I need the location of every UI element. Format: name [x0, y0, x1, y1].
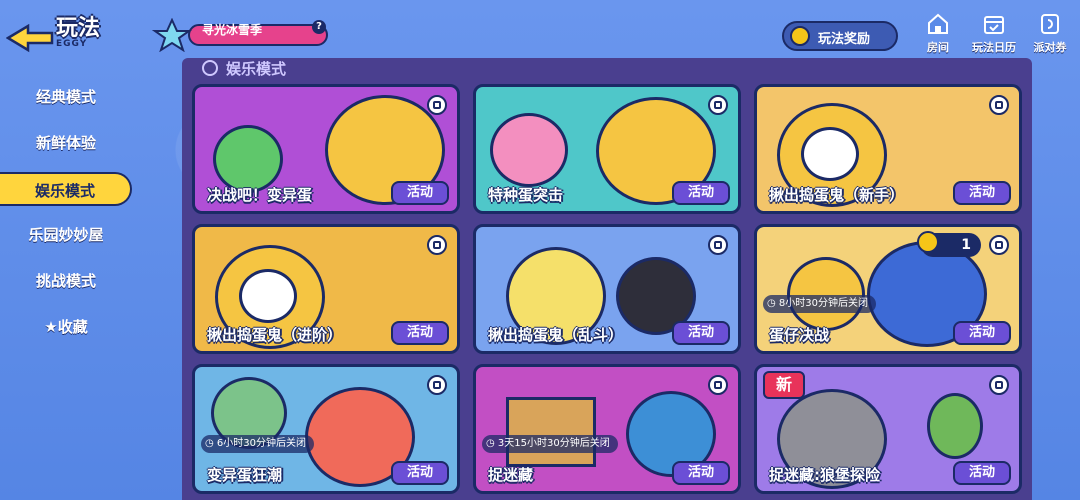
activity-button[interactable]: 活动 — [672, 461, 730, 485]
info-icon[interactable] — [708, 95, 728, 115]
home-icon — [928, 13, 948, 34]
info-icon[interactable] — [989, 95, 1009, 115]
mode-card[interactable]: 揪出捣蛋鬼（乱斗） 活动 — [473, 224, 741, 354]
mode-card[interactable]: 揪出捣蛋鬼（新手） 活动 — [754, 84, 1022, 214]
room-label: 房间 — [927, 41, 949, 54]
sidebar-item-fresh[interactable]: 新鲜体验 — [0, 126, 132, 160]
card-title: 蛋仔决战 — [769, 326, 830, 344]
season-banner[interactable]: 寻光冰雪季 ? — [152, 18, 332, 52]
info-icon[interactable] — [708, 235, 728, 255]
back-button[interactable]: 玩法 EGGY — [6, 6, 138, 56]
timer-badge: ◷ 8小时30分钟后关闭 — [763, 295, 876, 313]
timer-text: 3天15小时30分钟后关闭 — [497, 438, 610, 449]
card-title: 捉迷藏:狼堡探险 — [769, 466, 880, 484]
card-title: 捉迷藏 — [488, 466, 534, 484]
timer-badge: ◷ 3天15小时30分钟后关闭 — [482, 435, 618, 453]
card-title: 变异蛋狂潮 — [207, 466, 283, 484]
box-shape — [506, 397, 596, 467]
mode-card[interactable]: 1 ◷ 8小时30分钟后关闭 蛋仔决战 活动 — [754, 224, 1022, 354]
sidebar-item-entertainment[interactable]: 娱乐模式 — [0, 172, 132, 206]
activity-button[interactable]: 活动 — [391, 461, 449, 485]
mode-card[interactable]: 揪出捣蛋鬼（进阶） 活动 — [192, 224, 460, 354]
info-icon[interactable] — [427, 375, 447, 395]
timer-text: 6小时30分钟后关闭 — [216, 438, 306, 449]
activity-button[interactable]: 活动 — [672, 321, 730, 345]
timer-badge: ◷ 6小时30分钟后关闭 — [201, 435, 314, 453]
card-title: 揪出捣蛋鬼（进阶） — [207, 326, 343, 344]
sidebar-item-park[interactable]: 乐园妙妙屋 — [0, 218, 132, 252]
season-label: 寻光冰雪季 — [202, 23, 263, 37]
new-badge: 新 — [763, 371, 805, 399]
activity-button[interactable]: 活动 — [953, 461, 1011, 485]
activity-button[interactable]: 活动 — [391, 181, 449, 205]
info-icon[interactable] — [708, 375, 728, 395]
activity-button[interactable]: 活动 — [953, 181, 1011, 205]
mode-card[interactable]: 特种蛋突击 活动 — [473, 84, 741, 214]
page-subtitle: EGGY — [56, 39, 88, 49]
activity-button[interactable]: 活动 — [391, 321, 449, 345]
info-icon[interactable] — [427, 235, 447, 255]
mode-card[interactable]: 决战吧！变异蛋 活动 — [192, 84, 460, 214]
ticket-icon — [1041, 14, 1059, 34]
calendar-icon — [984, 16, 1004, 34]
reward-label: 玩法奖励 — [818, 32, 871, 47]
mode-card[interactable]: ◷ 6小时30分钟后关闭 变异蛋狂潮 活动 — [192, 364, 460, 494]
section-header: 娱乐模式 — [202, 58, 286, 79]
question-icon[interactable]: ? — [312, 20, 326, 34]
room-button[interactable]: 房间 — [910, 12, 966, 56]
card-title: 决战吧！变异蛋 — [207, 186, 313, 204]
card-title: 特种蛋突击 — [488, 186, 564, 204]
trophy-icon — [917, 231, 939, 253]
sidebar-item-challenge[interactable]: 挑战模式 — [0, 264, 132, 298]
mode-card[interactable]: ◷ 3天15小时30分钟后关闭 捉迷藏 活动 — [473, 364, 741, 494]
snowflake-star-icon — [152, 18, 192, 52]
back-arrow-icon — [6, 24, 54, 53]
calendar-label: 玩法日历 — [972, 41, 1016, 54]
info-icon[interactable] — [427, 95, 447, 115]
calendar-button[interactable]: 玩法日历 — [966, 12, 1022, 56]
mode-panel: 娱乐模式 决战吧！变异蛋 活动 特种蛋突击 活动 揪出捣蛋鬼（新手） 活动 揪出… — [182, 58, 1032, 500]
page-title: 玩法 — [56, 16, 101, 41]
coin-icon — [790, 26, 810, 46]
ticket-label: 派对券 — [1033, 41, 1067, 54]
card-title: 揪出捣蛋鬼（乱斗） — [488, 326, 624, 344]
card-title: 揪出捣蛋鬼（新手） — [769, 186, 905, 204]
timer-text: 8小时30分钟后关闭 — [778, 298, 868, 309]
info-icon[interactable] — [989, 235, 1009, 255]
trophy-count: 1 — [961, 237, 971, 253]
sidebar-item-favorites[interactable]: ★收藏 — [0, 310, 132, 344]
section-title: 娱乐模式 — [226, 60, 287, 78]
trophy-counter: 1 — [917, 231, 981, 257]
section-circle-icon — [202, 60, 218, 76]
sidebar-item-classic[interactable]: 经典模式 — [0, 80, 132, 114]
reward-button[interactable]: 玩法奖励 — [782, 21, 898, 51]
activity-button[interactable]: 活动 — [672, 181, 730, 205]
ticket-button[interactable]: 派对券 — [1022, 12, 1078, 56]
mode-card[interactable]: 新 捉迷藏:狼堡探险 活动 — [754, 364, 1022, 494]
info-icon[interactable] — [989, 375, 1009, 395]
activity-button[interactable]: 活动 — [953, 321, 1011, 345]
